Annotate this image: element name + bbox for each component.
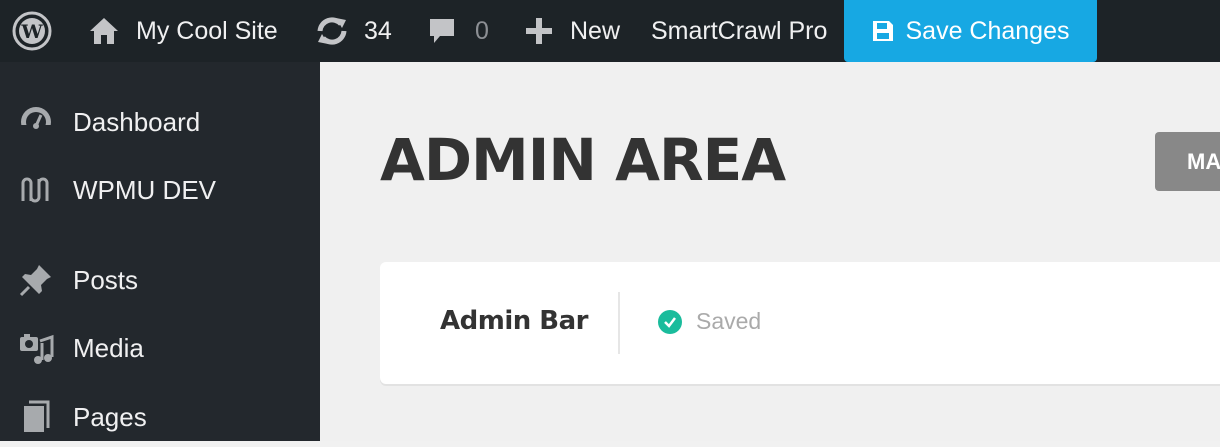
comment-icon [430,19,454,43]
updates-link[interactable]: 34 [314,0,392,62]
pushpin-icon [18,262,54,298]
pages-icon [18,399,54,435]
site-name-link[interactable]: My Cool Site [88,0,278,62]
comments-count: 0 [475,16,489,45]
svg-text:W: W [20,21,43,43]
comments-link[interactable]: 0 [427,0,489,62]
divider [618,292,620,354]
site-name-label: My Cool Site [136,16,278,45]
sidebar-item-posts[interactable]: Posts [0,250,320,310]
home-icon [90,18,118,44]
wordpress-logo-button[interactable]: W [12,0,52,62]
admin-bar-settings-card: Admin Bar Saved [380,262,1220,384]
floppy-disk-icon [873,21,894,41]
dashboard-icon [18,104,54,140]
header-action-button[interactable]: MA [1155,132,1220,191]
sidebar-item-pages[interactable]: Pages [0,387,320,447]
sidebar-item-label: Dashboard [73,106,201,137]
wpmu-dev-icon [18,172,54,208]
card-title: Admin Bar [440,306,588,336]
wordpress-icon: W [12,11,52,51]
new-content-link[interactable]: New [524,0,620,62]
media-icon [18,330,54,366]
new-label: New [570,16,621,45]
admin-bar: W My Cool Site 34 0 New SmartCrawl Pro S… [0,0,1220,62]
sidebar-item-label: Pages [73,401,147,432]
plus-icon [526,18,552,44]
save-changes-button[interactable]: Save Changes [844,0,1097,62]
sidebar-item-wpmu-dev[interactable]: WPMU DEV [0,160,320,220]
admin-sidebar: Dashboard WPMU DEV Posts Media Pages [0,62,320,441]
status-label: Saved [696,308,762,334]
status-indicator: Saved [658,308,761,335]
refresh-icon [317,17,347,45]
check-circle-icon [658,309,682,334]
sidebar-item-label: WPMU DEV [73,174,216,205]
sidebar-item-media[interactable]: Media [0,318,320,378]
updates-count: 34 [364,16,392,45]
main-content: ADMIN AREA MA Admin Bar Saved [320,62,1220,441]
save-changes-label: Save Changes [905,16,1070,45]
smartcrawl-menu-link[interactable]: SmartCrawl Pro [651,0,827,62]
page-title: ADMIN AREA [380,126,786,194]
sidebar-item-label: Media [73,332,144,363]
smartcrawl-label: SmartCrawl Pro [651,16,828,45]
sidebar-item-label: Posts [73,264,139,295]
sidebar-item-dashboard[interactable]: Dashboard [0,92,320,152]
